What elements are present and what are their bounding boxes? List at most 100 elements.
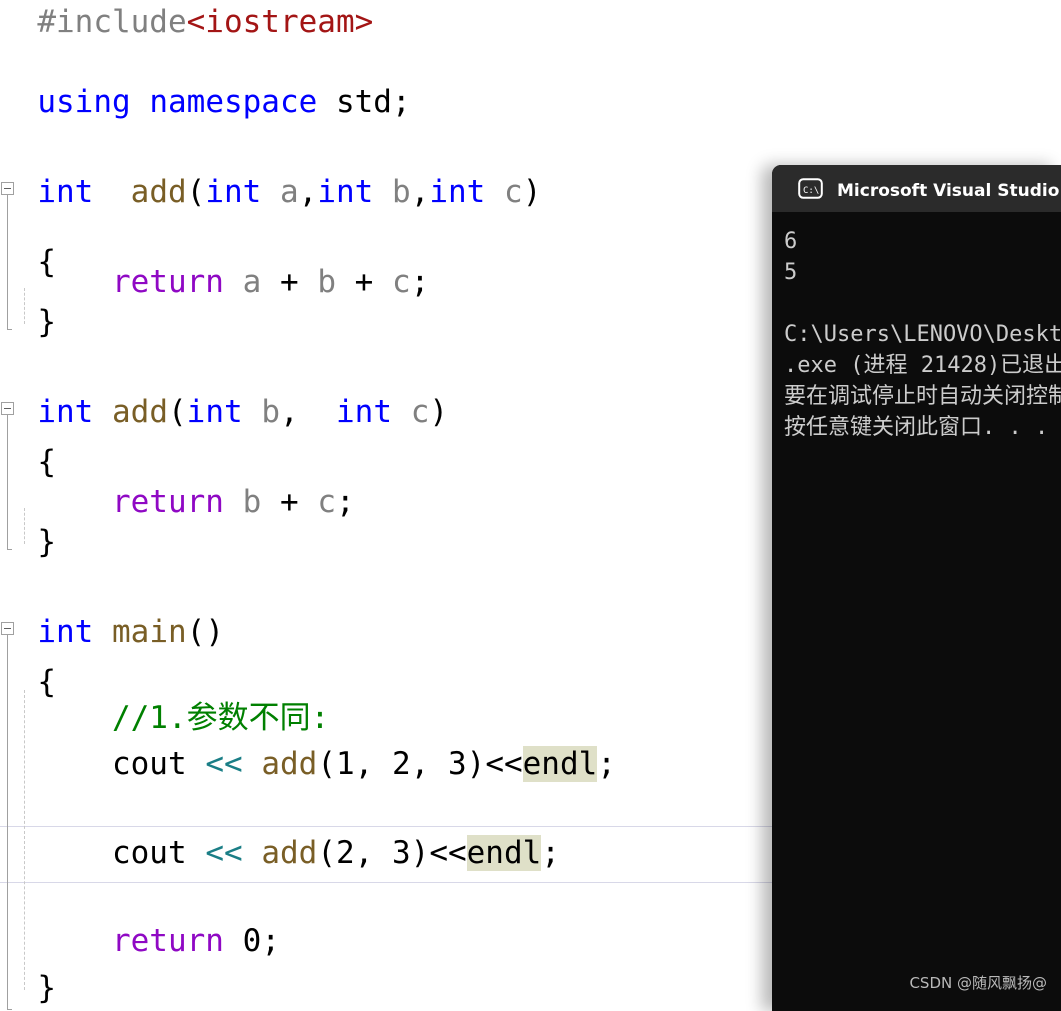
line-add2-return-seg-4: + (261, 484, 318, 520)
line-add3-sig-seg-8: , (298, 174, 318, 210)
line-main-close-seg-0: } (0, 970, 56, 1006)
line-comment-seg-0 (0, 700, 112, 736)
line-add2-sig[interactable]: int add(int b, int c) (0, 392, 448, 432)
console-output-line-4: .exe (进程 21428)已退出，代码为 0。 (784, 353, 1061, 378)
line-add3-return-seg-6: + (335, 264, 392, 300)
line-add3-sig-seg-4: ( (186, 174, 206, 210)
line-add3-sig-seg-3: add (130, 174, 187, 210)
line-add3-return[interactable]: return a + b + c; (0, 262, 429, 302)
line-cout-2args-seg-6: ( (317, 835, 336, 871)
line-main-return-seg-0 (0, 923, 112, 959)
line-main-return[interactable]: return 0; (0, 921, 280, 961)
line-using-seg-5: std; (335, 84, 411, 120)
line-cout-2args-seg-0 (0, 835, 112, 871)
line-cout-2args[interactable]: cout << add(2, 3)<<endl; (0, 833, 560, 873)
line-add2-return-seg-1: return (111, 484, 224, 520)
line-add2-sig-seg-6 (243, 394, 262, 430)
line-add3-return-seg-0 (0, 264, 112, 300)
line-cout-2args-seg-7: 2, 3 (335, 835, 411, 871)
line-add2-close[interactable]: } (0, 522, 56, 562)
console-blank-line-2 (784, 288, 1061, 319)
line-cout-3args-seg-9: << (485, 746, 523, 782)
line-add3-sig-seg-9: int (317, 174, 374, 210)
svg-text:C:\: C:\ (803, 186, 819, 196)
line-main-return-seg-3: 0 (242, 923, 262, 959)
console-output-area[interactable]: 6 5 C:\Users\LENOVO\Desktop\c++\Project1\x… (772, 212, 1061, 1011)
line-cout-3args-seg-5: add (261, 746, 318, 782)
line-main-sig-seg-1: int (37, 614, 94, 650)
line-main-return-seg-1: return (111, 923, 224, 959)
line-using-seg-4 (317, 84, 336, 120)
line-include-seg-0 (0, 4, 37, 40)
line-add2-close-seg-0: } (0, 524, 56, 560)
line-add3-return-seg-7: c (391, 264, 411, 300)
line-main-return-seg-2 (224, 923, 243, 959)
line-cout-3args[interactable]: cout << add(1, 2, 3)<<endl; (0, 744, 616, 784)
console-cmd-icon: C:\ (798, 178, 823, 199)
line-cout-3args-seg-4 (243, 746, 262, 782)
line-cout-3args-seg-8: ) (466, 746, 486, 782)
line-cout-3args-seg-11: ; (597, 746, 616, 782)
line-add3-return-seg-4: + (261, 264, 318, 300)
line-add3-sig-seg-16: ) (522, 174, 542, 210)
line-add3-sig-seg-7: a (280, 174, 299, 210)
line-add3-return-seg-5: b (317, 264, 336, 300)
line-cout-3args-seg-1: cout (111, 746, 187, 782)
line-add3-return-seg-2 (224, 264, 243, 300)
line-cout-3args-seg-7: 1, 2, 3 (335, 746, 467, 782)
line-cout-3args-seg-6: ( (317, 746, 336, 782)
console-output-line-0: 6 (784, 229, 798, 254)
line-add2-sig-seg-12: ) (429, 394, 449, 430)
line-cout-3args-seg-3: << (205, 746, 243, 782)
line-add3-sig-seg-10 (373, 174, 392, 210)
line-add2-open[interactable]: { (0, 442, 56, 482)
line-add2-sig-seg-10 (392, 394, 411, 430)
console-title-text: Microsoft Visual Studio 调试控制台 (837, 181, 1061, 201)
line-cout-2args-seg-2 (187, 835, 206, 871)
line-main-close[interactable]: } (0, 968, 56, 1008)
line-main-return-seg-4: ; (261, 923, 280, 959)
line-add3-sig-seg-5: int (205, 174, 262, 210)
line-add2-sig-seg-8: , (280, 394, 337, 430)
line-main-open-seg-0: { (0, 664, 56, 700)
line-add3-close[interactable]: } (0, 302, 56, 342)
line-add3-sig-seg-15: c (504, 174, 523, 210)
line-add2-sig-seg-7: b (261, 394, 281, 430)
line-include[interactable]: #include<iostream> (0, 2, 373, 42)
line-main-open[interactable]: { (0, 662, 56, 702)
line-cout-2args-seg-10: endl (466, 835, 542, 871)
line-add2-sig-seg-3: add (112, 394, 168, 430)
line-add3-close-seg-0: } (0, 304, 56, 340)
line-comment-seg-1: //1.参数不同: (111, 700, 330, 736)
line-using-seg-1: using (37, 84, 131, 120)
line-add3-return-seg-1: return (111, 264, 224, 300)
line-add2-sig-seg-0 (0, 394, 37, 430)
line-add3-sig-seg-2 (93, 174, 130, 210)
line-cout-2args-seg-9: << (429, 835, 467, 871)
line-add2-return-seg-3: b (242, 484, 262, 520)
line-add2-open-seg-0: { (0, 444, 56, 480)
line-add2-sig-seg-1: int (37, 394, 94, 430)
line-add2-return[interactable]: return b + c; (0, 482, 355, 522)
line-cout-3args-seg-10: endl (522, 746, 598, 782)
csdn-watermark: CSDN @随风飘扬@ (909, 974, 1047, 992)
console-output-line-1: 5 (784, 260, 798, 285)
line-add3-sig[interactable]: int add(int a,int b,int c) (0, 172, 541, 212)
console-title-bar[interactable]: C:\ Microsoft Visual Studio 调试控制台 (772, 165, 1061, 212)
line-main-sig-seg-4: () (186, 614, 224, 650)
line-using[interactable]: using namespace std; (0, 82, 411, 122)
line-add2-sig-seg-4: ( (168, 394, 187, 430)
console-output-line-3: C:\Users\LENOVO\Desktop\c++\Project1\x64… (784, 322, 1061, 347)
line-using-seg-0 (0, 84, 37, 120)
line-main-sig[interactable]: int main() (0, 612, 224, 652)
debug-console-window[interactable]: C:\ Microsoft Visual Studio 调试控制台 6 5 C:\U… (772, 165, 1061, 1011)
line-add3-sig-seg-1: int (37, 174, 94, 210)
line-add2-return-seg-0 (0, 484, 112, 520)
line-add2-return-seg-6: ; (335, 484, 355, 520)
line-add3-sig-seg-13: int (429, 174, 486, 210)
line-main-sig-seg-2 (93, 614, 112, 650)
line-cout-3args-seg-0 (0, 746, 112, 782)
line-add2-return-seg-5: c (317, 484, 336, 520)
line-comment[interactable]: //1.参数不同: (0, 698, 329, 738)
line-add3-sig-seg-11: b (392, 174, 411, 210)
